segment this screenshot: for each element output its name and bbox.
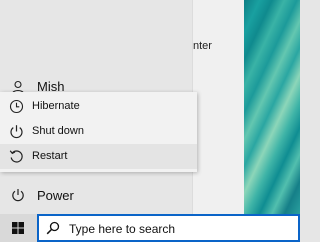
start-button[interactable] <box>0 214 36 242</box>
search-icon <box>46 221 60 235</box>
restart-option[interactable]: Restart <box>0 144 197 169</box>
search-input[interactable]: Type here to search <box>37 214 300 242</box>
hibernate-label: Hibernate <box>32 100 80 112</box>
power-options-flyout: Hibernate Shut down Restart <box>0 92 197 172</box>
background-window-text: nter <box>193 40 212 52</box>
background-window: nter <box>192 0 244 214</box>
start-menu-top-area <box>0 0 192 70</box>
power-icon <box>12 189 24 202</box>
clock-icon <box>9 99 24 114</box>
power-label: Power <box>37 188 74 203</box>
search-placeholder: Type here to search <box>69 222 176 236</box>
power-button[interactable]: Power <box>0 182 192 208</box>
taskbar: Type here to search <box>0 214 300 242</box>
desktop-wallpaper <box>244 0 300 214</box>
windows-logo-icon <box>12 222 24 234</box>
shut-down-option[interactable]: Shut down <box>0 119 197 144</box>
restart-icon <box>9 150 23 163</box>
hibernate-option[interactable]: Hibernate <box>0 94 197 119</box>
restart-label: Restart <box>32 150 68 162</box>
shut-down-label: Shut down <box>32 125 84 137</box>
power-icon <box>10 125 23 139</box>
